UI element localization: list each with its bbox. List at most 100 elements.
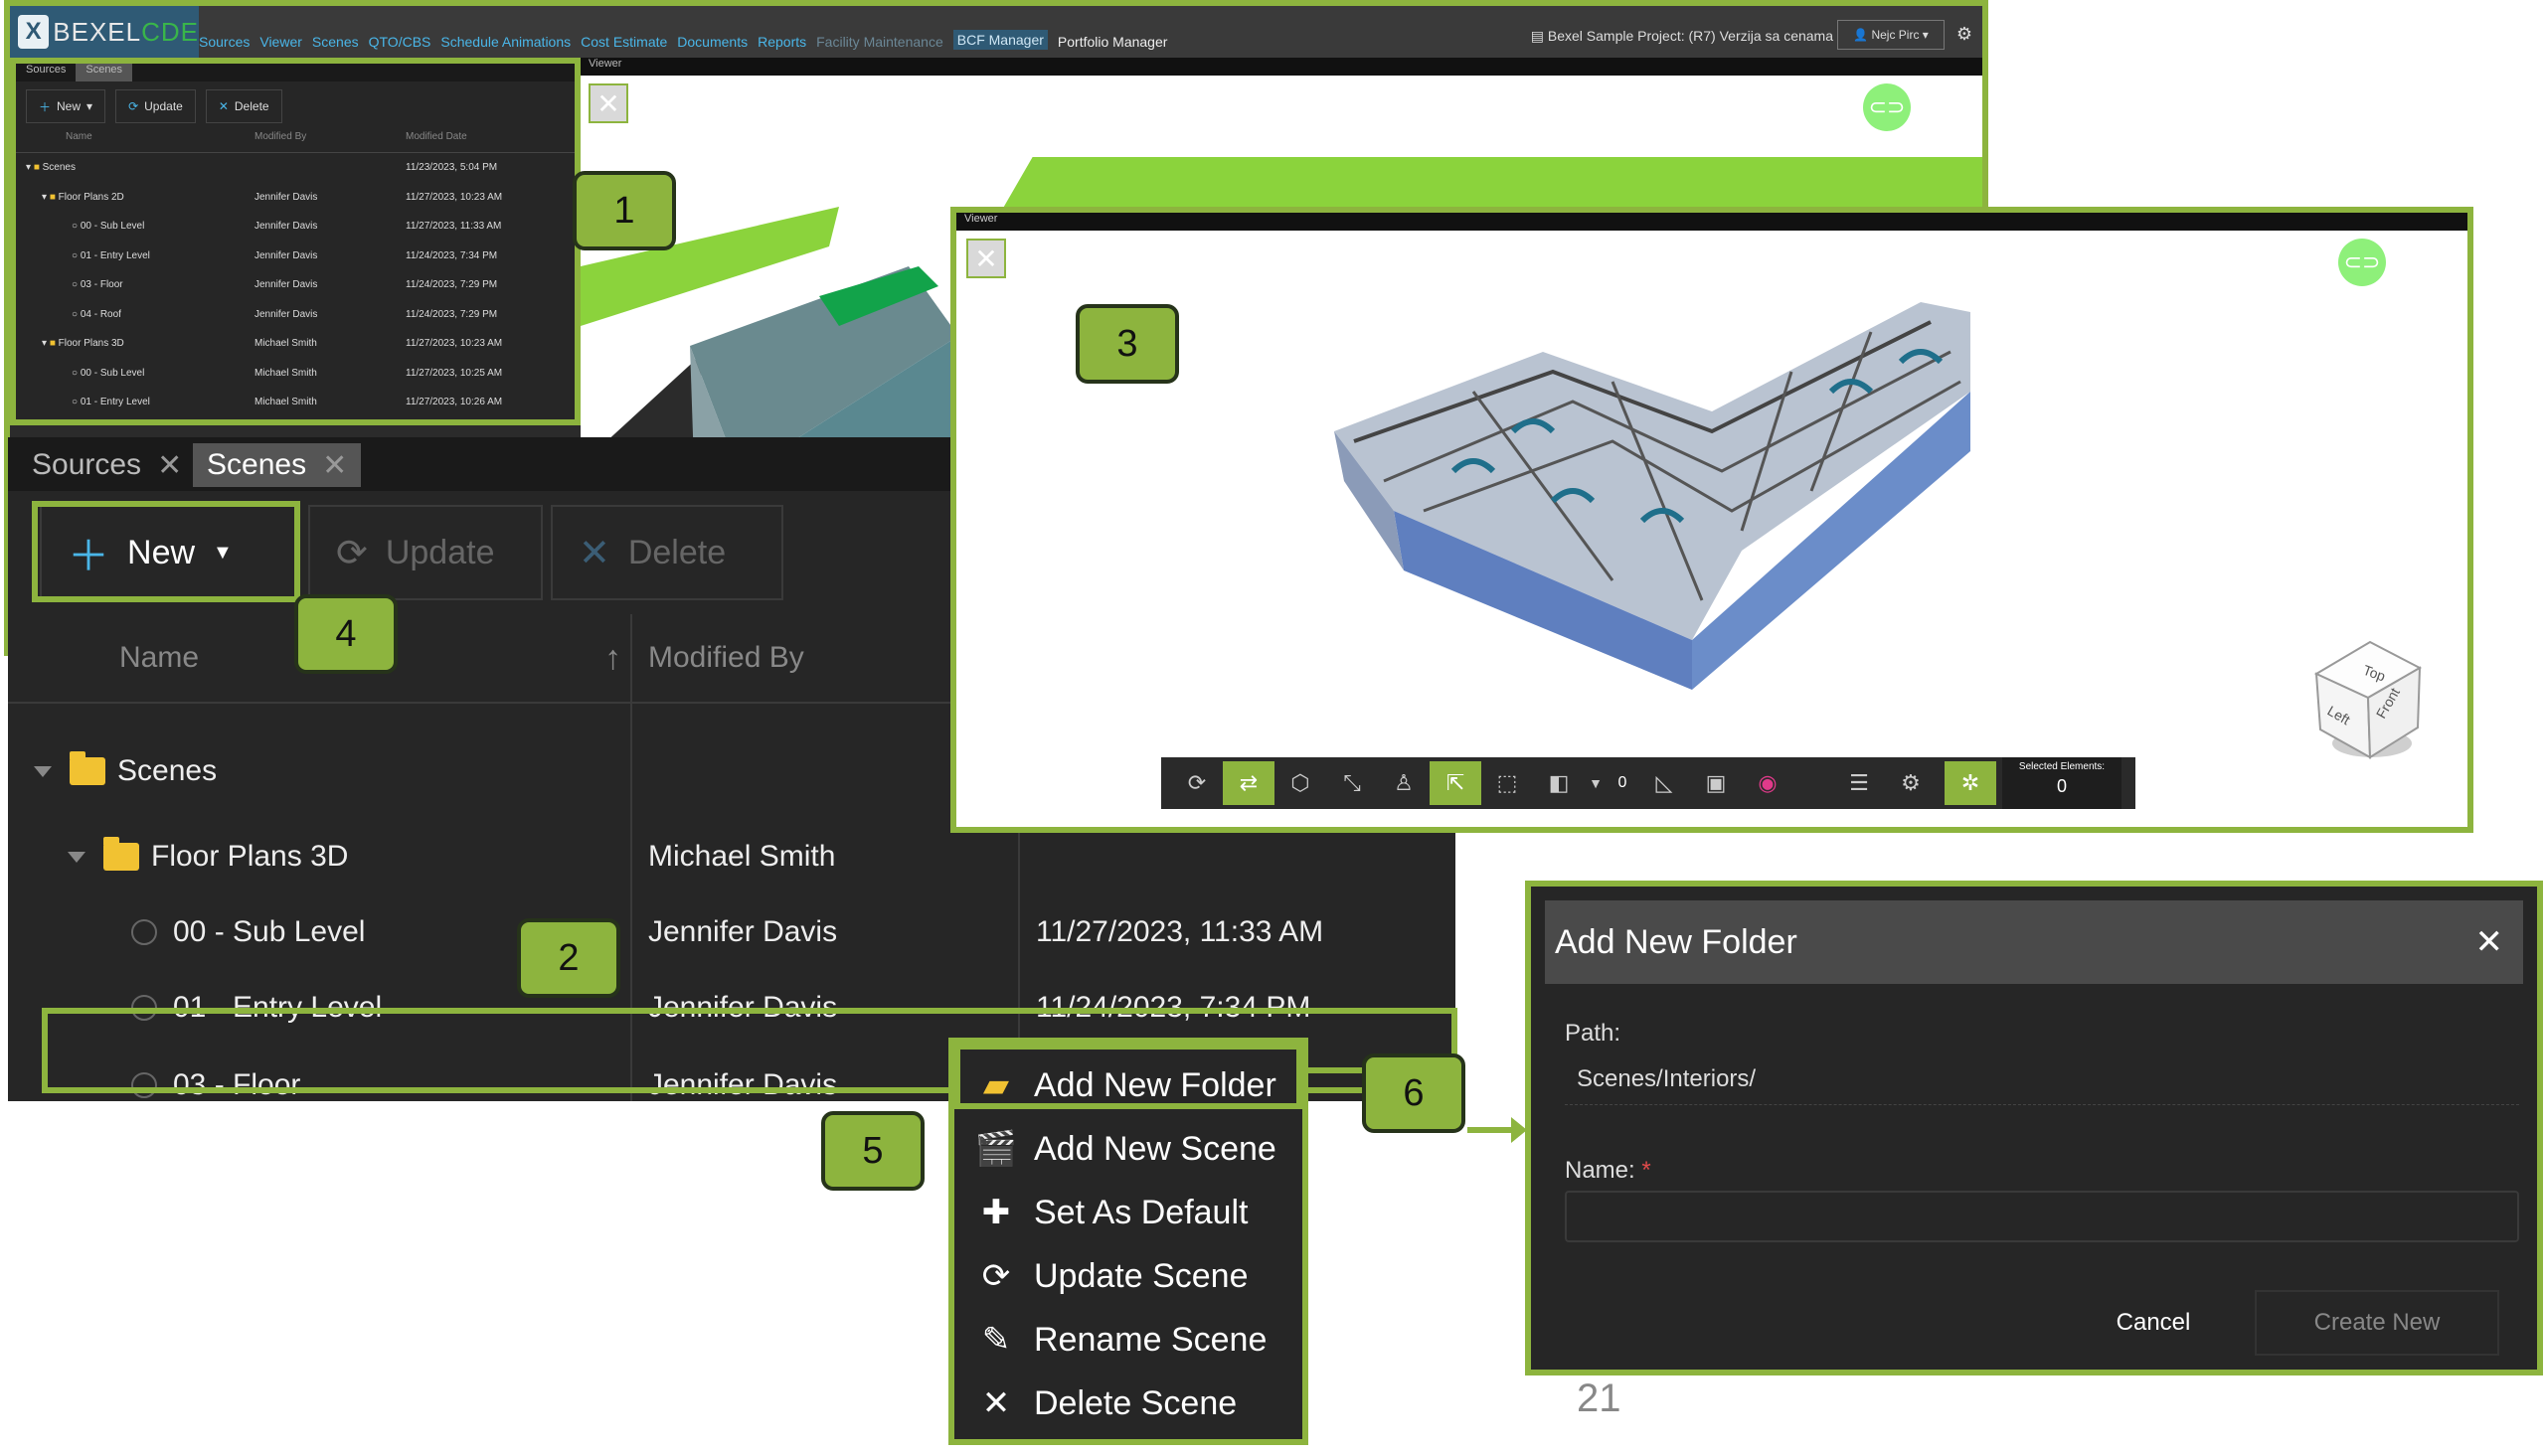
viewer-tab[interactable]: Viewer [956, 213, 2467, 231]
section-count: 0 [1617, 774, 1627, 791]
caret-down-icon[interactable] [34, 765, 52, 777]
zoom-tab-sources[interactable]: Sources ✕ [18, 443, 196, 487]
menu-add-new-folder[interactable]: ▰ Add New Folder [974, 1053, 1276, 1117]
scene-radio-icon[interactable] [131, 1072, 157, 1098]
scenes-panel-small: Sources Scenes ＋ New ▾ ⟳ Update ✕ Delete Na… [10, 58, 581, 425]
plus-icon: ＋ [39, 99, 52, 114]
table-row[interactable]: ○ 00 - Sub Level Michael Smith 11/27/2023,… [16, 359, 575, 389]
col-modified-date[interactable]: Modified Date [406, 131, 555, 152]
selected-elements-label: Selected Elements: [2018, 761, 2106, 772]
list-icon[interactable]: ☰ [1833, 761, 1885, 805]
color-wheel-icon[interactable]: ◉ [1742, 761, 1793, 805]
scene-radio-icon[interactable] [131, 919, 157, 945]
chevron-down-icon: ▼ [213, 541, 233, 564]
menu-qto[interactable]: QTO/CBS [369, 34, 431, 50]
menu-facility[interactable]: Facility Maintenance [816, 34, 943, 50]
table-row[interactable]: 00 - Sub Level Jennifer Davis 11/27/2023… [8, 894, 1455, 970]
add-new-folder-dialog: Add New Folder ✕ Path: Scenes/Interiors/… [1525, 881, 2543, 1375]
box-select-icon[interactable]: ⬚ [1481, 761, 1533, 805]
zoom-new-button[interactable]: ＋ New ▼ [40, 505, 300, 600]
table-row[interactable]: ○ 01 - Entry Level Michael Smith 11/27/202… [16, 388, 575, 417]
menu-set-as-default[interactable]: ✚ Set As Default [974, 1181, 1249, 1244]
col-modified-by[interactable]: Modified By [648, 614, 804, 702]
logo-text-a: BEXEL [53, 16, 142, 47]
table-row[interactable]: ○ 03 - Floor Jennifer Davis 11/24/2023, 7:… [16, 270, 575, 300]
sort-arrow-icon[interactable]: ↑ [604, 614, 621, 702]
table-row[interactable]: ▾ ■ Floor Plans 2D Jennifer Davis 11/27/20… [16, 183, 575, 213]
tab-sources[interactable]: Sources [16, 64, 76, 81]
table-row[interactable]: ▾ ■ Scenes 11/23/2023, 5:04 PM [16, 153, 575, 183]
table-row[interactable]: ○ 04 - Roof Jennifer Davis 11/24/2023, 7:2… [16, 300, 575, 330]
cancel-button[interactable]: Cancel [2074, 1290, 2233, 1356]
col-name[interactable]: Name [16, 131, 254, 152]
scene-radio-icon[interactable] [131, 995, 157, 1021]
table-row[interactable]: ○ 01 - Entry Level Jennifer Davis 11/24/20… [16, 242, 575, 271]
close-icon[interactable]: ✕ [157, 448, 182, 483]
caret-down-icon[interactable] [68, 851, 85, 863]
viewer-tab[interactable]: Viewer [581, 58, 1982, 76]
folder-icon [70, 751, 105, 785]
name-label: Name: * [1565, 1157, 1651, 1184]
menu-add-new-scene[interactable]: 🎬 Add New Scene [974, 1117, 1276, 1181]
close-icon[interactable]: ✕ [2475, 922, 2504, 962]
box-icon[interactable]: ⬡ [1274, 761, 1326, 805]
menu-portfolio[interactable]: Portfolio Manager [1058, 34, 1168, 50]
context-menu: ▰ Add New Folder 🎬 Add New Scene ✚ Set As D… [948, 1038, 1308, 1445]
pencil-icon: ✎ [981, 1321, 1011, 1359]
col-name[interactable]: Name [119, 614, 199, 702]
menu-documents[interactable]: Documents [677, 34, 748, 50]
menu-reports[interactable]: Reports [758, 34, 806, 50]
vr-headset-icon[interactable]: ⊂⊃ [1863, 83, 1911, 131]
building-model-3d[interactable] [1314, 282, 1990, 700]
pin-icon: ✚ [981, 1194, 1011, 1231]
vr-headset-icon[interactable]: ⊂⊃ [2338, 239, 2386, 286]
view-cube[interactable]: Top Left Front [2310, 634, 2440, 763]
menu-sources[interactable]: Sources [199, 34, 250, 50]
col-modified-by[interactable]: Modified By [254, 131, 406, 152]
new-button[interactable]: ＋ New ▾ [26, 89, 106, 123]
section-icon[interactable]: ◧ [1533, 761, 1585, 805]
menu-bar: X BEXELCDE Sources Viewer Scenes QTO/CBS… [10, 6, 1982, 58]
logo-text-b: CDE [141, 16, 199, 47]
explode-icon[interactable]: ✲ [1945, 761, 1996, 805]
chevron-down-icon[interactable]: ▼ [1585, 761, 1607, 805]
settings-icon[interactable]: ⚙ [1885, 761, 1937, 805]
user-menu[interactable]: 👤 Nejc Pirc ▾ [1837, 20, 1945, 50]
menu-update-scene[interactable]: ⟳ Update Scene [974, 1244, 1249, 1308]
folder-name-input[interactable] [1565, 1191, 2519, 1242]
menu-cost[interactable]: Cost Estimate [581, 34, 667, 50]
callout-4: 4 [294, 594, 398, 674]
scene-add-icon: 🎬 [974, 1130, 1018, 1168]
delete-button[interactable]: ✕ Delete [205, 89, 282, 123]
create-new-button[interactable]: Create New [2255, 1290, 2499, 1356]
table-row[interactable]: 01 - Entry Level Jennifer Davis 11/24/20… [8, 970, 1455, 1046]
gear-icon[interactable]: ⚙ [1956, 24, 1972, 45]
tab-scenes[interactable]: Scenes [76, 64, 133, 81]
table-row[interactable]: ○ 00 - Sub Level Jennifer Davis 11/27/2023… [16, 212, 575, 242]
callout-1: 1 [573, 171, 676, 250]
image-icon[interactable]: ▣ [1690, 761, 1742, 805]
menu-schedule[interactable]: Schedule Animations [440, 34, 571, 50]
zoom-update-button[interactable]: ⟳ Update [308, 505, 543, 600]
zoom-delete-button[interactable]: ✕ Delete [551, 505, 783, 600]
close-icon[interactable]: ✕ [322, 448, 347, 483]
measure-icon[interactable]: ◺ [1638, 761, 1690, 805]
zoom-tab-scenes[interactable]: Scenes ✕ [193, 443, 362, 487]
fit-icon[interactable]: ⤡ [1326, 761, 1378, 805]
viewer-logo-icon: ✕ [589, 83, 628, 123]
select-icon[interactable]: ⇱ [1430, 761, 1481, 805]
viewer-panel[interactable]: Viewer ✕ ⊂⊃ Top Left Front ⟳ ⇄ ⬡ ⤡ ♙ ⇱ ⬚… [950, 207, 2473, 833]
table-row[interactable]: ▾ ■ Floor Plans 3D Michael Smith 11/27/202… [16, 329, 575, 359]
pan-icon[interactable]: ⇄ [1223, 761, 1274, 805]
menu-scenes[interactable]: Scenes [312, 34, 359, 50]
arrow-right-icon [1511, 1117, 1527, 1143]
menu-delete-scene[interactable]: ✕ Delete Scene [974, 1372, 1237, 1435]
folder-add-icon: ▰ [982, 1066, 1010, 1104]
menu-viewer[interactable]: Viewer [259, 34, 302, 50]
walk-icon[interactable]: ♙ [1378, 761, 1430, 805]
menu-bcf[interactable]: BCF Manager [952, 30, 1048, 50]
update-button[interactable]: ⟳ Update [115, 89, 196, 123]
close-icon: ✕ [981, 1384, 1011, 1422]
menu-rename-scene[interactable]: ✎ Rename Scene [974, 1308, 1268, 1372]
rotate-icon[interactable]: ⟳ [1171, 761, 1223, 805]
